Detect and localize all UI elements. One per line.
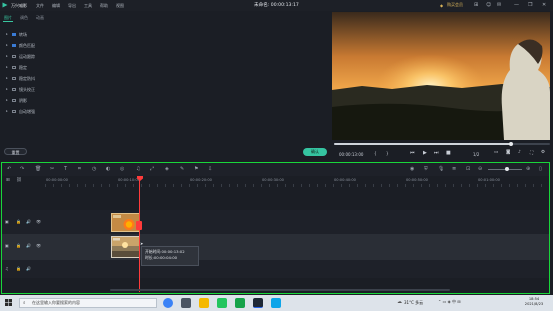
checkbox-motion-tracking[interactable]	[12, 54, 16, 59]
preview-progress-fill	[334, 143, 512, 145]
checkbox-stabilize-shake[interactable]	[12, 76, 16, 81]
menu-item-help[interactable]: 帮助	[100, 3, 108, 9]
checkbox-color-match[interactable]	[12, 43, 16, 48]
reset-button[interactable]: 重置	[4, 148, 27, 155]
volume-icon[interactable]: ♪	[518, 150, 521, 155]
checkbox-lens-correction[interactable]	[12, 87, 16, 92]
weather-text[interactable]: 31°C 多云	[404, 300, 423, 306]
active-tab-indicator	[3, 21, 13, 22]
cloud-icon: ☁	[397, 298, 402, 305]
cart-icon[interactable]: ⊞	[474, 2, 478, 8]
menu-item-file[interactable]: 文件	[36, 3, 44, 9]
search-icon: ⌕	[23, 300, 26, 306]
tab-color[interactable]: 调色	[20, 15, 28, 21]
preview-progress-handle[interactable]	[509, 141, 514, 146]
expand-arrow-icon[interactable]: ▸	[6, 43, 8, 47]
system-tray-icons[interactable]: ⌃ ▭ ◈ 中 ⊞	[438, 299, 461, 305]
previous-frame-icon[interactable]: ⏮	[410, 150, 415, 156]
snapshot-icon[interactable]: ◙	[506, 150, 510, 155]
option-label: 转场	[19, 32, 27, 37]
expand-arrow-icon[interactable]: ▸	[6, 109, 8, 113]
option-label: 颜色匹配	[19, 43, 35, 48]
close-button[interactable]: ✕	[542, 2, 546, 8]
wechat-icon[interactable]	[217, 298, 227, 308]
stop-icon[interactable]: ■	[446, 150, 451, 156]
app-title: 万兴喵影	[11, 2, 27, 8]
menu-item-export[interactable]: 导出	[68, 3, 76, 9]
checkbox-auto-enhance[interactable]	[12, 109, 16, 114]
expand-arrow-icon[interactable]: ▸	[6, 98, 8, 102]
option-label: 镜头校正	[19, 87, 35, 92]
checkbox-stabilize[interactable]	[12, 65, 16, 70]
option-label: 稳定防抖	[19, 76, 35, 81]
windows-start-icon[interactable]	[5, 299, 12, 306]
maximize-button[interactable]: ❐	[528, 2, 532, 8]
play-icon[interactable]: ▶	[423, 150, 427, 156]
taskbar-clock[interactable]: 18:54 2021/8/23	[520, 297, 548, 307]
menu-item-view[interactable]: 视图	[116, 3, 124, 9]
spreadsheet-icon[interactable]	[235, 298, 245, 308]
next-frame-icon[interactable]: ⏭	[434, 150, 439, 156]
menu-item-edit[interactable]: 编辑	[52, 3, 60, 9]
task-view-icon[interactable]	[181, 298, 191, 308]
file-explorer-icon[interactable]	[199, 298, 209, 308]
expand-arrow-icon[interactable]: ▸	[6, 32, 8, 36]
taskbar-search-placeholder: 在这里输入你要搜索的内容	[32, 300, 80, 305]
diamond-icon: ◆	[440, 2, 444, 8]
monitor-icon[interactable]: ▭	[494, 150, 498, 155]
option-label: 稳定	[19, 65, 27, 70]
mark-in-icon[interactable]: {	[374, 151, 377, 156]
preview-timecode: 00:00:13:00	[339, 151, 364, 157]
minimize-button[interactable]: —	[514, 2, 519, 8]
ok-button[interactable]: 确认	[303, 148, 327, 156]
option-label: 自动增强	[19, 109, 35, 114]
expand-arrow-icon[interactable]: ▸	[6, 65, 8, 69]
checkbox-shadow[interactable]	[12, 98, 16, 103]
properties-panel	[0, 11, 328, 161]
zoom-ratio[interactable]: 1/2	[473, 152, 479, 157]
browser-icon[interactable]	[163, 298, 173, 308]
account-icon[interactable]: ☺	[486, 2, 491, 8]
highlight-frame	[1, 162, 550, 294]
app-logo-icon	[2, 2, 8, 8]
mark-out-icon[interactable]: }	[386, 151, 389, 156]
option-label: 阴影	[19, 98, 27, 103]
expand-arrow-icon[interactable]: ▸	[6, 76, 8, 80]
project-name: 未命名: 00:00:13:17	[254, 3, 299, 8]
member-button[interactable]: 购买会员	[447, 2, 463, 8]
fullscreen-icon[interactable]: ⛶	[530, 150, 533, 156]
video-preview[interactable]	[332, 12, 550, 140]
expand-arrow-icon[interactable]: ▸	[6, 87, 8, 91]
expand-arrow-icon[interactable]: ▸	[6, 54, 8, 58]
video-editor-taskbar-icon[interactable]	[253, 298, 263, 308]
menu-item-tools[interactable]: 工具	[84, 3, 92, 9]
tab-animation[interactable]: 动画	[36, 15, 44, 21]
clock-date: 2021/8/23	[524, 302, 544, 306]
option-label: 运动跟踪	[19, 54, 35, 59]
checkbox-transition[interactable]	[12, 32, 16, 37]
chat-app-icon[interactable]	[271, 298, 281, 308]
settings-icon[interactable]: ⚙	[541, 150, 545, 155]
notification-icon[interactable]: ✉	[497, 2, 501, 8]
